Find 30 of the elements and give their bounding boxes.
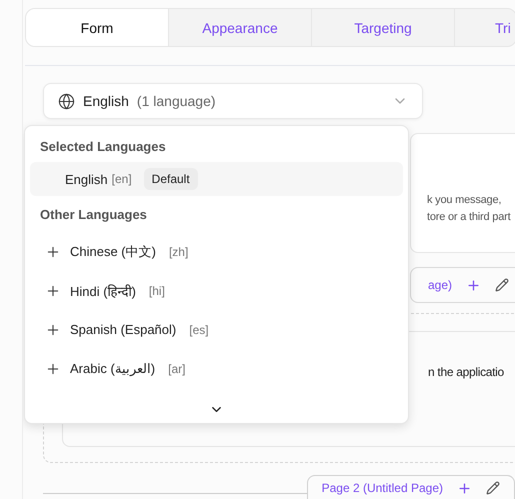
language-name: Spanish (Español) [70,322,176,337]
edit-icon[interactable] [486,481,500,495]
default-badge: Default [144,168,198,190]
select-value: English [83,93,129,109]
language-code: [hi] [148,284,165,298]
page-link[interactable]: age) [428,278,452,292]
language-name: Hindi (हिन्दी) [70,282,136,300]
language-code: [ar] [168,362,186,376]
plus-icon[interactable] [457,480,472,496]
question-text: n the applicatio [428,365,505,379]
edit-icon[interactable] [495,278,510,292]
language-option[interactable]: Spanish (Español) [es] [30,310,403,349]
globe-icon [58,92,75,110]
plus-icon[interactable] [466,278,482,292]
language-name: Arabic (العربية) [70,361,156,376]
language-option[interactable]: Hindi (हिन्दी) [hi] [30,271,403,310]
language-name: Chinese (中文) [70,242,156,260]
section-heading: Other Languages [39,206,148,224]
card-text: k you message, [427,193,502,208]
language-code: [en] [112,172,132,186]
card-text: tore or a third part [427,210,512,225]
language-code: [zh] [168,244,188,258]
language-select[interactable]: English (1 language) [43,83,423,119]
language-name: English [65,172,108,186]
language-option[interactable]: Chinese (中文) [zh] [30,232,403,271]
tab[interactable]: Form [26,9,169,46]
language-code: [es] [189,322,209,336]
page-link[interactable]: Page 2 (Untitled Page) [322,481,443,495]
section-heading: Selected Languages [39,138,167,156]
language-count: (1 language) [136,93,217,109]
